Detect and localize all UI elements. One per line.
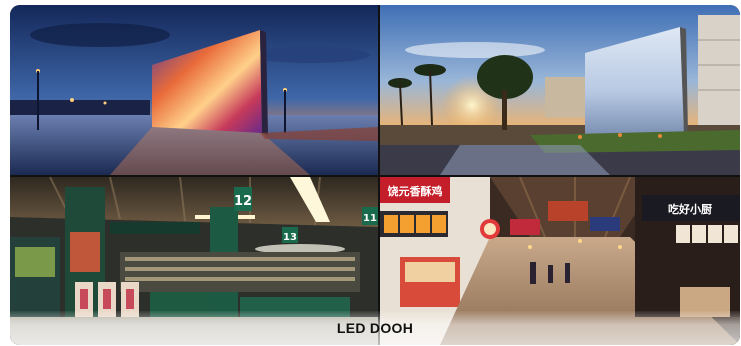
caption-title: LED DOOH (336, 320, 414, 336)
resort-led-screen-photo (380, 5, 740, 175)
food-stall-sign-left: 饶元香酥鸡 (388, 184, 443, 198)
food-stall-sign-right: 吃好小厨 (668, 202, 712, 216)
aisle-number-11: 11 (363, 213, 377, 224)
aisle-number-12: 12 (234, 194, 252, 209)
caption-bar: LED DOOH (10, 311, 740, 345)
aisle-number-13: 13 (283, 232, 297, 243)
led-dooh-card[interactable]: 12 13 11 饶元香酥鸡 吃好小厨 LED DOOH (10, 5, 740, 345)
waterfront-led-screen-photo (10, 5, 378, 175)
